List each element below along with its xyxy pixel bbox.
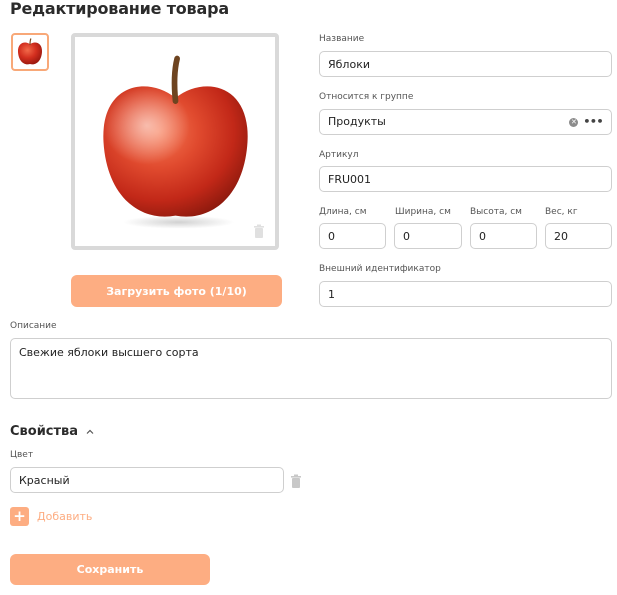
external-id-field[interactable] <box>319 281 612 307</box>
name-field[interactable] <box>319 51 612 77</box>
width-label: Ширина, см <box>395 207 451 217</box>
height-label: Высота, см <box>470 207 522 217</box>
description-field[interactable]: Свежие яблоки высшего сорта <box>10 338 612 399</box>
save-button[interactable]: Сохранить <box>10 554 210 585</box>
photo-thumbnail[interactable] <box>11 33 49 71</box>
page-title: Редактирование товара <box>10 0 229 18</box>
weight-label: Вес, кг <box>545 207 578 217</box>
apple-thumbnail-image <box>17 38 43 65</box>
main-photo <box>71 33 279 250</box>
height-field[interactable] <box>470 223 537 249</box>
external-id-label: Внешний идентификатор <box>319 264 441 274</box>
clear-icon[interactable]: ✕ <box>569 117 579 127</box>
width-field[interactable] <box>394 223 462 249</box>
weight-field[interactable] <box>545 223 612 249</box>
sku-label: Артикул <box>319 150 359 160</box>
description-label: Описание <box>10 321 57 331</box>
property-color-label: Цвет <box>10 450 34 460</box>
plus-icon: + <box>10 507 29 526</box>
group-select[interactable]: Продукты ✕ ••• <box>319 109 612 135</box>
properties-title: Свойства <box>10 424 79 439</box>
trash-icon[interactable] <box>290 474 302 488</box>
sku-field[interactable] <box>319 166 612 192</box>
group-select-value: Продукты <box>328 115 386 128</box>
length-label: Длина, см <box>319 207 367 217</box>
add-property-label: Добавить <box>37 510 93 523</box>
add-property-button[interactable]: + Добавить <box>10 507 92 526</box>
property-color-field[interactable] <box>10 467 284 493</box>
more-dots-icon[interactable]: ••• <box>583 116 603 127</box>
length-field[interactable] <box>319 223 386 249</box>
upload-photo-button[interactable]: Загрузить фото (1/10) <box>71 275 282 307</box>
name-label: Название <box>319 34 365 44</box>
apple-photo-image <box>102 55 248 229</box>
trash-icon[interactable] <box>253 224 265 238</box>
chevron-up-icon <box>86 429 94 434</box>
properties-header[interactable]: Свойства <box>10 424 94 439</box>
group-label: Относится к группе <box>319 92 414 102</box>
